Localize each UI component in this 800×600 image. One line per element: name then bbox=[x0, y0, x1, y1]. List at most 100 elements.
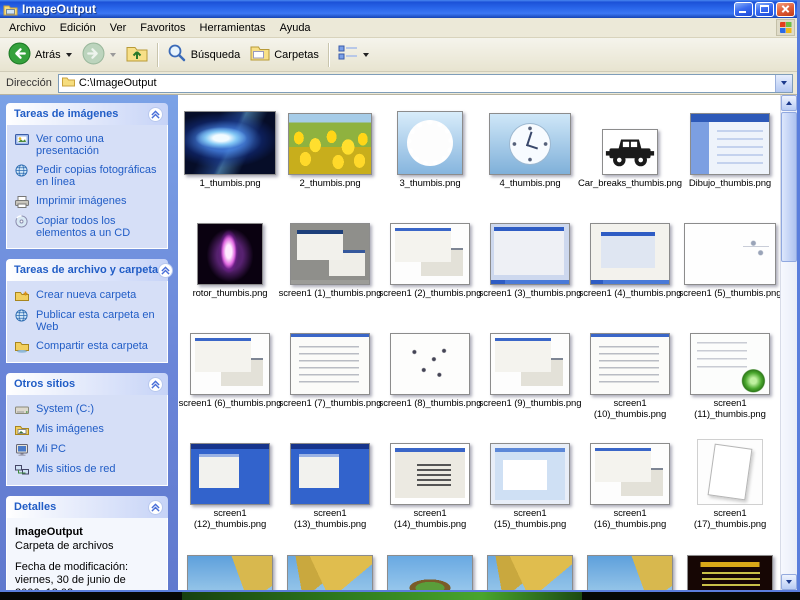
address-dropdown-button[interactable] bbox=[775, 75, 792, 92]
forward-button[interactable] bbox=[78, 40, 120, 70]
back-dropdown-caret[interactable] bbox=[66, 53, 72, 57]
file-item[interactable]: 4_thumbis.png bbox=[481, 101, 579, 211]
file-item[interactable]: Car_breaks_thumbis.png bbox=[581, 101, 679, 211]
panel-image-tasks: Tareas de imágenesVer como una presentac… bbox=[6, 103, 168, 249]
file-thumbnail bbox=[590, 431, 670, 505]
file-item[interactable]: screen1 (5)_thumbis.png bbox=[681, 211, 779, 321]
maximize-button[interactable] bbox=[755, 2, 774, 17]
panel-header-image-tasks[interactable]: Tareas de imágenes bbox=[6, 103, 168, 125]
desktop-sliver bbox=[0, 592, 800, 600]
up-button[interactable] bbox=[122, 41, 152, 68]
file-item[interactable]: screen1 (3)_thumbis.png bbox=[481, 211, 579, 321]
file-item[interactable] bbox=[181, 541, 279, 590]
file-item[interactable]: screen1 (7)_thumbis.png bbox=[281, 321, 379, 431]
folders-button[interactable]: Carpetas bbox=[246, 42, 323, 67]
menu-item-favoritos[interactable]: Favoritos bbox=[133, 20, 192, 36]
file-item[interactable] bbox=[381, 541, 479, 590]
panel-body-details: ImageOutputCarpeta de archivosFecha de m… bbox=[6, 518, 168, 590]
task-link-ver-como-una-presentacion[interactable]: Ver como una presentación bbox=[15, 133, 163, 157]
file-item[interactable]: screen1 (1)_thumbis.png bbox=[281, 211, 379, 321]
thumbnail-image-shot-bluedialog bbox=[190, 443, 270, 505]
menu-item-edicion[interactable]: Edición bbox=[53, 20, 103, 36]
collapse-chevron-icon[interactable] bbox=[148, 107, 163, 122]
file-item[interactable]: screen1 (11)_thumbis.png bbox=[681, 321, 779, 431]
forward-dropdown-caret[interactable] bbox=[110, 53, 116, 57]
scroll-track[interactable] bbox=[781, 111, 797, 574]
file-item[interactable] bbox=[581, 541, 679, 590]
file-item[interactable]: screen1 (8)_thumbis.png bbox=[381, 321, 479, 431]
file-thumbnail bbox=[197, 211, 263, 285]
file-item[interactable] bbox=[681, 541, 779, 590]
file-item[interactable]: screen1 (6)_thumbis.png bbox=[181, 321, 279, 431]
toolbar-separator bbox=[328, 43, 329, 67]
file-item[interactable]: screen1 (16)_thumbis.png bbox=[581, 431, 679, 541]
file-item[interactable]: screen1 (2)_thumbis.png bbox=[381, 211, 479, 321]
file-thumbnail bbox=[397, 101, 463, 175]
search-button[interactable]: Búsqueda bbox=[163, 41, 245, 68]
file-item[interactable] bbox=[481, 541, 579, 590]
task-link-compartir-esta-carpeta[interactable]: Compartir esta carpeta bbox=[15, 340, 163, 353]
titlebar[interactable]: ImageOutput bbox=[0, 0, 797, 18]
task-link-imprimir-imagenes[interactable]: Imprimir imágenes bbox=[15, 195, 163, 208]
file-item[interactable]: screen1 (4)_thumbis.png bbox=[581, 211, 679, 321]
network-icon bbox=[15, 463, 30, 476]
address-input[interactable]: C:\ImageOutput bbox=[58, 74, 793, 93]
file-name: screen1 (8)_thumbis.png bbox=[379, 398, 482, 409]
folder-icon bbox=[62, 74, 75, 92]
collapse-chevron-icon[interactable] bbox=[148, 500, 163, 515]
task-link-mi-pc[interactable]: Mi PC bbox=[15, 443, 163, 456]
panel-details: DetallesImageOutputCarpeta de archivosFe… bbox=[6, 496, 168, 590]
file-item[interactable]: 3_thumbis.png bbox=[381, 101, 479, 211]
file-thumbnail bbox=[602, 101, 658, 175]
views-dropdown-caret[interactable] bbox=[363, 53, 369, 57]
address-label: Dirección bbox=[4, 77, 52, 89]
file-item[interactable]: screen1 (12)_thumbis.png bbox=[181, 431, 279, 541]
file-item[interactable]: screen1 (14)_thumbis.png bbox=[381, 431, 479, 541]
back-button[interactable]: Atrás bbox=[4, 40, 76, 70]
share-folder-icon bbox=[15, 340, 30, 353]
panel-header-file-folder-tasks[interactable]: Tareas de archivo y carpeta bbox=[6, 259, 168, 281]
menu-item-archivo[interactable]: Archivo bbox=[2, 20, 53, 36]
file-name: 2_thumbis.png bbox=[299, 178, 360, 189]
menu-item-herramientas[interactable]: Herramientas bbox=[193, 20, 273, 36]
file-item[interactable]: 1_thumbis.png bbox=[181, 101, 279, 211]
file-item[interactable]: screen1 (13)_thumbis.png bbox=[281, 431, 379, 541]
panel-body-image-tasks: Ver como una presentación Pedir copias fo… bbox=[6, 125, 168, 249]
collapse-chevron-icon[interactable] bbox=[148, 377, 163, 392]
file-thumbnail bbox=[187, 541, 273, 590]
scroll-down-button[interactable] bbox=[781, 574, 797, 590]
task-link-crear-nueva-carpeta[interactable]: Crear nueva carpeta bbox=[15, 289, 163, 302]
close-button[interactable] bbox=[776, 2, 795, 17]
task-link-pedir-copias-fotograficas-en-linea[interactable]: Pedir copias fotográficas en línea bbox=[15, 164, 163, 188]
task-link-mis-imagenes[interactable]: Mis imágenes bbox=[15, 423, 163, 436]
panel-header-other-places[interactable]: Otros sitios bbox=[6, 373, 168, 395]
file-thumbnail bbox=[684, 211, 776, 285]
menu-item-ver[interactable]: Ver bbox=[103, 20, 134, 36]
task-link-copiar-todos-los-elementos-a-un-cd[interactable]: Copiar todos los elementos a un CD bbox=[15, 215, 163, 239]
views-button[interactable] bbox=[334, 42, 373, 67]
task-link-mis-sitios-de-red[interactable]: Mis sitios de red bbox=[15, 463, 163, 476]
file-item[interactable]: rotor_thumbis.png bbox=[181, 211, 279, 321]
file-item[interactable]: screen1 (15)_thumbis.png bbox=[481, 431, 579, 541]
task-label: Mis imágenes bbox=[36, 423, 104, 435]
collapse-chevron-icon[interactable] bbox=[158, 263, 173, 278]
file-item[interactable]: screen1 (10)_thumbis.png bbox=[581, 321, 679, 431]
vertical-scrollbar[interactable] bbox=[780, 95, 797, 590]
explorer-window: ImageOutput ArchivoEdiciónVerFavoritosHe… bbox=[0, 0, 800, 592]
file-item[interactable]: 2_thumbis.png bbox=[281, 101, 379, 211]
my-computer-icon bbox=[15, 443, 30, 456]
scroll-thumb[interactable] bbox=[781, 112, 797, 262]
scroll-up-button[interactable] bbox=[781, 95, 797, 111]
menu-item-ayuda[interactable]: Ayuda bbox=[273, 20, 318, 36]
thumbnail-image-shot-gray bbox=[290, 223, 370, 285]
file-item[interactable] bbox=[281, 541, 379, 590]
task-link-publicar-esta-carpeta-en-web[interactable]: Publicar esta carpeta en Web bbox=[15, 309, 163, 333]
minimize-button[interactable] bbox=[734, 2, 753, 17]
file-item[interactable]: screen1 (17)_thumbis.png bbox=[681, 431, 779, 541]
panel-header-details[interactable]: Detalles bbox=[6, 496, 168, 518]
task-link-system-c[interactable]: System (C:) bbox=[15, 403, 163, 416]
sidebar: Tareas de imágenesVer como una presentac… bbox=[0, 95, 178, 590]
file-item[interactable]: Dibujo_thumbis.png bbox=[681, 101, 779, 211]
task-label: Compartir esta carpeta bbox=[36, 340, 148, 352]
file-item[interactable]: screen1 (9)_thumbis.png bbox=[481, 321, 579, 431]
